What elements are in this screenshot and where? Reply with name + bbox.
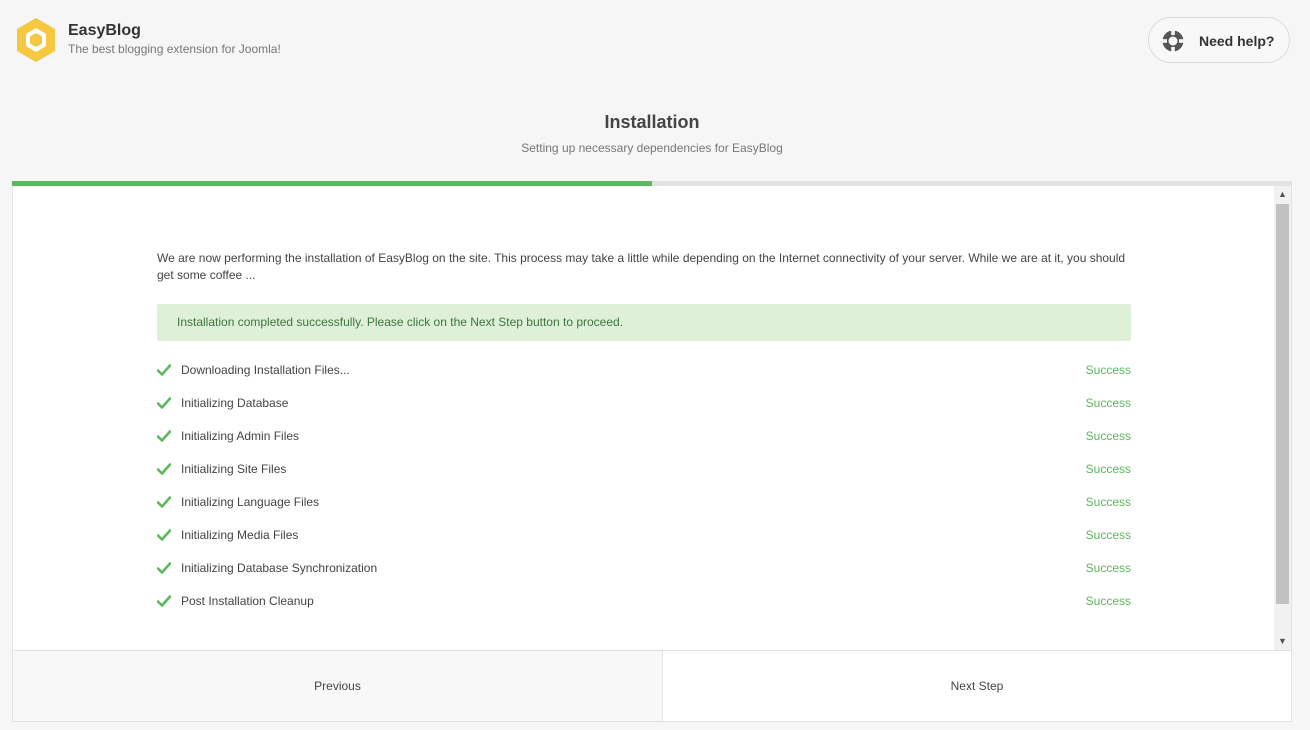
step-item: Initializing Media Files Success	[157, 526, 1131, 559]
step-label: Downloading Installation Files...	[181, 363, 350, 377]
footer-nav: Previous Next Step	[12, 650, 1292, 722]
check-icon	[157, 463, 171, 475]
scroll-up-icon[interactable]: ▲	[1274, 186, 1291, 203]
page-subtitle: Setting up necessary dependencies for Ea…	[521, 141, 783, 155]
step-item: Initializing Site Files Success	[157, 460, 1131, 493]
installation-panel: We are now performing the installation o…	[12, 186, 1292, 650]
header: EasyBlog The best blogging extension for…	[0, 0, 1310, 80]
step-item: Initializing Database Synchronization Suc…	[157, 559, 1131, 592]
next-step-button[interactable]: Next Step	[663, 651, 1291, 721]
check-icon	[157, 529, 171, 541]
step-label: Post Installation Cleanup	[181, 594, 314, 608]
step-label: Initializing Database Synchronization	[181, 561, 378, 575]
intro-text: We are now performing the installation o…	[157, 251, 1126, 282]
need-help-label: Need help?	[1199, 33, 1275, 49]
step-status: Success	[1085, 363, 1131, 377]
brand-name: EasyBlog	[68, 22, 141, 39]
success-alert: Installation completed successfully. Ple…	[157, 304, 1131, 341]
step-item: Initializing Database Success	[157, 394, 1131, 427]
lifebuoy-icon	[1162, 30, 1184, 52]
step-status: Success	[1085, 495, 1131, 509]
need-help-button[interactable]: Need help?	[1148, 17, 1290, 63]
scrollbar[interactable]: ▲ ▼	[1274, 186, 1291, 650]
scroll-down-icon[interactable]: ▼	[1274, 633, 1291, 650]
check-icon	[157, 364, 171, 376]
step-label: Initializing Language Files	[181, 495, 320, 509]
step-item: Post Installation Cleanup Success	[157, 592, 1131, 625]
step-status: Success	[1085, 561, 1131, 575]
check-icon	[157, 562, 171, 574]
brand-tagline: The best blogging extension for Joomla!	[68, 42, 281, 56]
check-icon	[157, 496, 171, 508]
scroll-thumb[interactable]	[1276, 204, 1289, 604]
step-label: Initializing Database	[181, 396, 289, 410]
previous-button[interactable]: Previous	[13, 651, 663, 721]
step-item: Initializing Admin Files Success	[157, 427, 1131, 460]
check-icon	[157, 595, 171, 607]
hexagon-logo-icon	[17, 18, 55, 62]
page-title: Installation	[604, 112, 700, 132]
step-status: Success	[1085, 594, 1131, 608]
check-icon	[157, 430, 171, 442]
step-status: Success	[1085, 528, 1131, 542]
steps-list: Downloading Installation Files... Success…	[157, 361, 1131, 625]
step-label: Initializing Admin Files	[181, 429, 300, 443]
step-status: Success	[1085, 462, 1131, 476]
check-icon	[157, 397, 171, 409]
step-status: Success	[1085, 429, 1131, 443]
step-status: Success	[1085, 396, 1131, 410]
step-item: Initializing Language Files Success	[157, 493, 1131, 526]
step-label: Initializing Media Files	[181, 528, 299, 542]
step-item: Downloading Installation Files... Success	[157, 361, 1131, 394]
step-label: Initializing Site Files	[181, 462, 287, 476]
